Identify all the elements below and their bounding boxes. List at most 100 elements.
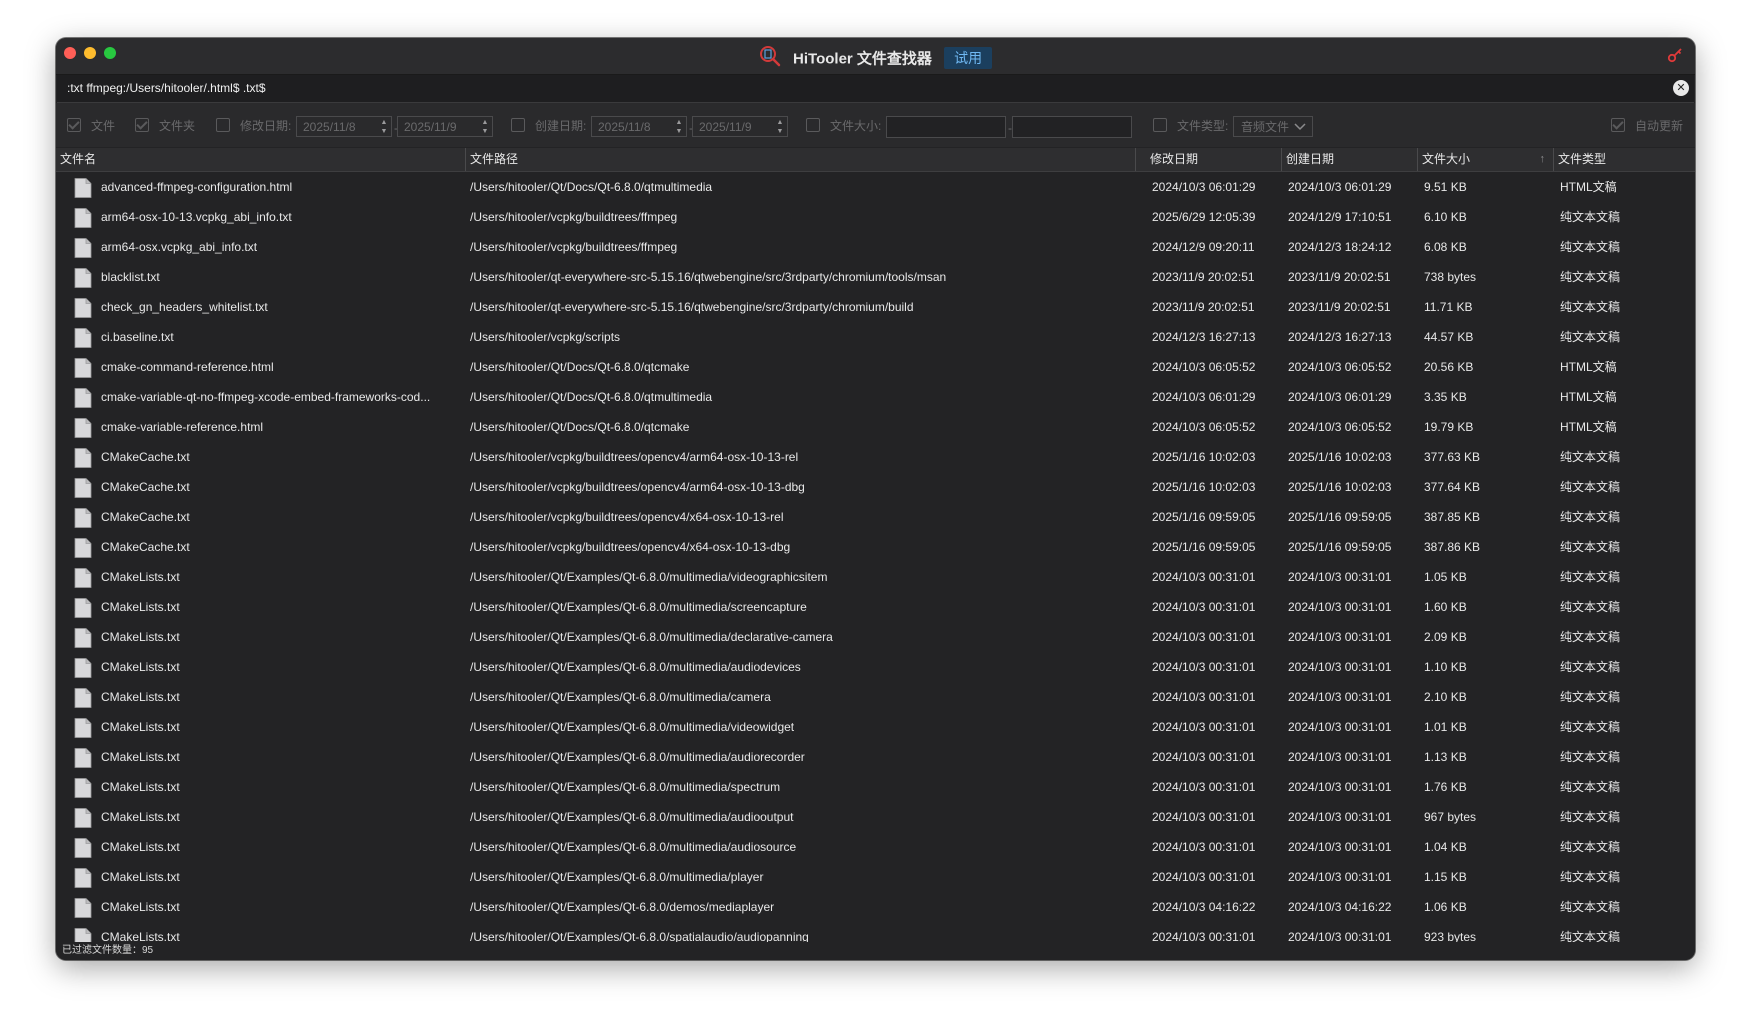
table-row[interactable]: arm64-osx-10-13.vcpkg_abi_info.txt/Users… bbox=[56, 202, 1695, 232]
table-row[interactable]: CMakeLists.txt/Users/hitooler/Qt/Example… bbox=[56, 562, 1695, 592]
modified-date-cell: 2024/12/9 09:20:11 bbox=[1152, 240, 1255, 254]
modified-date-cell: 2024/10/3 04:16:22 bbox=[1152, 900, 1256, 914]
file-size-checkbox[interactable] bbox=[806, 118, 820, 132]
file-size-cell: 967 bytes bbox=[1424, 810, 1477, 824]
file-size-cell: 20.56 KB bbox=[1424, 360, 1474, 374]
key-icon[interactable] bbox=[1667, 47, 1683, 66]
file-type-cell: HTML文稿 bbox=[1560, 360, 1617, 374]
file-size-cell: 19.79 KB bbox=[1424, 420, 1474, 434]
created-to-value: 2025/11/9 bbox=[699, 120, 752, 134]
modified-from-stepper[interactable]: ▲ ▼ bbox=[380, 118, 388, 136]
chevron-down-icon bbox=[1294, 123, 1306, 131]
table-row[interactable]: CMakeCache.txt/Users/hitooler/vcpkg/buil… bbox=[56, 502, 1695, 532]
table-row[interactable]: advanced-ffmpeg-configuration.html/Users… bbox=[56, 172, 1695, 202]
created-date-cell: 2023/11/9 20:02:51 bbox=[1288, 270, 1391, 284]
file-filter[interactable]: 文件 bbox=[67, 103, 115, 147]
column-header-type[interactable]: 文件类型 bbox=[1554, 148, 1695, 171]
table-row[interactable]: cmake-variable-reference.html/Users/hito… bbox=[56, 412, 1695, 442]
created-from-stepper[interactable]: ▲ ▼ bbox=[675, 118, 683, 136]
file-type-cell: 纯文本文稿 bbox=[1560, 690, 1621, 704]
created-date-checkbox[interactable] bbox=[511, 118, 525, 132]
table-row[interactable]: CMakeLists.txt/Users/hitooler/Qt/Example… bbox=[56, 592, 1695, 622]
document-icon bbox=[74, 838, 92, 861]
magnifier-doc-icon bbox=[759, 45, 781, 71]
auto-update-checkbox[interactable] bbox=[1611, 118, 1625, 132]
table-row[interactable]: CMakeCache.txt/Users/hitooler/vcpkg/buil… bbox=[56, 532, 1695, 562]
file-type-filter[interactable]: 文件类型: bbox=[1153, 103, 1228, 147]
table-row[interactable]: CMakeLists.txt/Users/hitooler/Qt/Example… bbox=[56, 772, 1695, 802]
created-date-filter[interactable]: 创建日期: bbox=[511, 103, 586, 147]
file-type-cell: 纯文本文稿 bbox=[1560, 510, 1621, 524]
table-row[interactable]: CMakeCache.txt/Users/hitooler/vcpkg/buil… bbox=[56, 472, 1695, 502]
file-name-cell: CMakeCache.txt bbox=[101, 510, 190, 524]
file-name-cell: ci.baseline.txt bbox=[101, 330, 174, 344]
column-header-name[interactable]: 文件名 bbox=[56, 148, 466, 171]
modified-date-filter[interactable]: 修改日期: bbox=[216, 103, 291, 147]
trial-badge[interactable]: 试用 bbox=[944, 47, 993, 69]
file-path-cell: /Users/hitooler/vcpkg/buildtrees/opencv4… bbox=[470, 510, 784, 524]
table-row[interactable]: CMakeLists.txt/Users/hitooler/Qt/Example… bbox=[56, 892, 1695, 922]
file-name-cell: CMakeCache.txt bbox=[101, 450, 190, 464]
document-icon bbox=[74, 448, 92, 471]
table-row[interactable]: cmake-variable-qt-no-ffmpeg-xcode-embed-… bbox=[56, 382, 1695, 412]
table-row[interactable]: CMakeLists.txt/Users/hitooler/Qt/Example… bbox=[56, 862, 1695, 892]
created-from-value: 2025/11/8 bbox=[598, 120, 651, 134]
modified-date-cell: 2025/1/16 09:59:05 bbox=[1152, 540, 1256, 554]
file-size-filter[interactable]: 文件大小: bbox=[806, 103, 881, 147]
table-row[interactable]: blacklist.txt/Users/hitooler/qt-everywhe… bbox=[56, 262, 1695, 292]
file-path-cell: /Users/hitooler/vcpkg/buildtrees/opencv4… bbox=[470, 450, 799, 464]
file-list[interactable]: advanced-ffmpeg-configuration.html/Users… bbox=[56, 172, 1695, 952]
table-row[interactable]: CMakeLists.txt/Users/hitooler/Qt/Example… bbox=[56, 832, 1695, 862]
file-type-select[interactable]: 音频文件 bbox=[1233, 116, 1313, 137]
modified-date-cell: 2024/10/3 06:01:29 bbox=[1152, 180, 1256, 194]
created-from-field[interactable]: 2025/11/8 ▲ ▼ bbox=[591, 116, 687, 137]
file-type-checkbox[interactable] bbox=[1153, 118, 1167, 132]
created-date-cell: 2024/10/3 00:31:01 bbox=[1288, 690, 1392, 704]
modified-from-field[interactable]: 2025/11/8 ▲ ▼ bbox=[296, 116, 392, 137]
file-type-cell: 纯文本文稿 bbox=[1560, 600, 1621, 614]
file-name-cell: cmake-command-reference.html bbox=[101, 360, 274, 374]
modified-from-value: 2025/11/8 bbox=[303, 120, 356, 134]
modified-date-checkbox[interactable] bbox=[216, 118, 230, 132]
table-row[interactable]: cmake-command-reference.html/Users/hitoo… bbox=[56, 352, 1695, 382]
search-input[interactable] bbox=[67, 79, 1647, 97]
file-size-cell: 11.71 KB bbox=[1424, 300, 1473, 314]
size-min-input[interactable] bbox=[886, 116, 1006, 138]
folder-filter[interactable]: 文件夹 bbox=[135, 103, 195, 147]
modified-date-label: 修改日期: bbox=[240, 118, 292, 133]
filtered-count-text: 已过滤文件数量：95 bbox=[62, 945, 154, 956]
table-row[interactable]: CMakeLists.txt/Users/hitooler/Qt/Example… bbox=[56, 802, 1695, 832]
document-icon bbox=[74, 388, 92, 411]
table-row[interactable]: CMakeCache.txt/Users/hitooler/vcpkg/buil… bbox=[56, 442, 1695, 472]
table-row[interactable]: CMakeLists.txt/Users/hitooler/Qt/Example… bbox=[56, 742, 1695, 772]
auto-update-toggle[interactable]: 自动更新 bbox=[1611, 103, 1683, 147]
modified-date-cell: 2024/10/3 00:31:01 bbox=[1152, 720, 1256, 734]
folder-checkbox[interactable] bbox=[135, 118, 149, 132]
modified-to-field[interactable]: 2025/11/9 ▲ ▼ bbox=[397, 116, 493, 137]
table-row[interactable]: CMakeLists.txt/Users/hitooler/Qt/Example… bbox=[56, 652, 1695, 682]
column-header-created[interactable]: 创建日期 bbox=[1282, 148, 1418, 171]
table-row[interactable]: CMakeLists.txt/Users/hitooler/Qt/Example… bbox=[56, 622, 1695, 652]
created-date-cell: 2024/10/3 06:01:29 bbox=[1288, 390, 1392, 404]
column-header-path[interactable]: 文件路径 bbox=[466, 148, 1136, 171]
table-row[interactable]: ci.baseline.txt/Users/hitooler/vcpkg/scr… bbox=[56, 322, 1695, 352]
column-header-modified[interactable]: 修改日期 bbox=[1146, 148, 1282, 171]
modified-date-cell: 2024/10/3 00:31:01 bbox=[1152, 870, 1256, 884]
table-row[interactable]: arm64-osx.vcpkg_abi_info.txt/Users/hitoo… bbox=[56, 232, 1695, 262]
document-icon bbox=[74, 358, 92, 381]
size-max-input[interactable] bbox=[1012, 116, 1132, 138]
modified-to-stepper[interactable]: ▲ ▼ bbox=[481, 118, 489, 136]
table-row[interactable]: CMakeLists.txt/Users/hitooler/Qt/Example… bbox=[56, 682, 1695, 712]
modified-date-cell: 2025/1/16 10:02:03 bbox=[1152, 480, 1256, 494]
table-row[interactable]: CMakeLists.txt/Users/hitooler/Qt/Example… bbox=[56, 712, 1695, 742]
created-to-stepper[interactable]: ▲ ▼ bbox=[776, 118, 784, 136]
created-date-cell: 2024/10/3 00:31:01 bbox=[1288, 630, 1392, 644]
clear-icon[interactable]: ✕ bbox=[1673, 80, 1689, 96]
created-date-cell: 2024/12/3 18:24:12 bbox=[1288, 240, 1392, 254]
column-header-size[interactable]: 文件大小 ↑ bbox=[1418, 148, 1554, 171]
file-name-cell: CMakeCache.txt bbox=[101, 480, 190, 494]
file-path-cell: /Users/hitooler/Qt/Examples/Qt-6.8.0/mul… bbox=[470, 720, 795, 734]
created-to-field[interactable]: 2025/11/9 ▲ ▼ bbox=[692, 116, 788, 137]
file-checkbox[interactable] bbox=[67, 118, 81, 132]
table-row[interactable]: check_gn_headers_whitelist.txt/Users/hit… bbox=[56, 292, 1695, 322]
